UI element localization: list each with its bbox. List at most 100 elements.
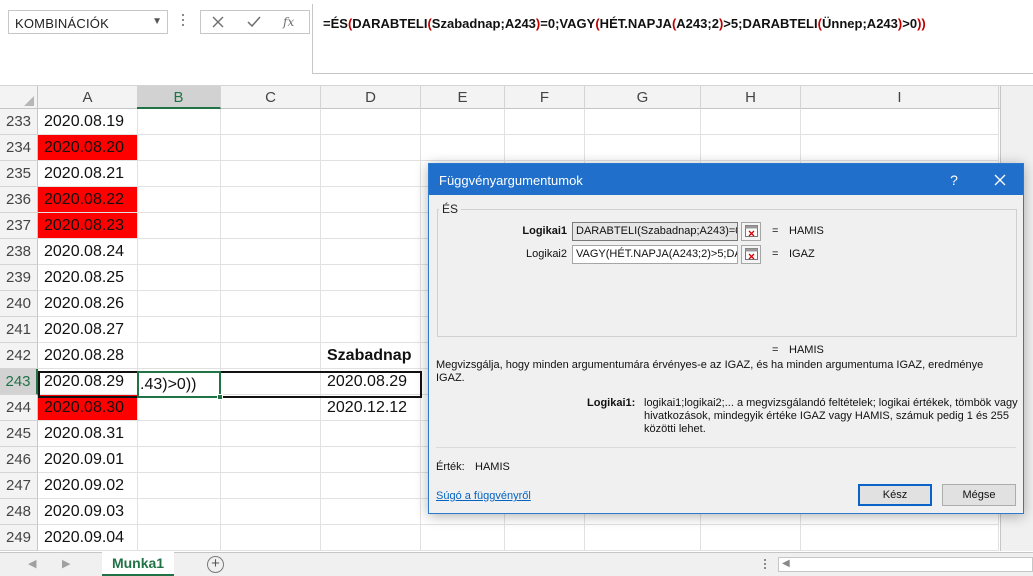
- name-box[interactable]: KOMBINÁCIÓK ▼: [8, 10, 168, 34]
- vertical-scrollbar-top[interactable]: [1000, 86, 1033, 109]
- cell-i[interactable]: [801, 525, 999, 551]
- column-header-a[interactable]: A: [38, 86, 138, 109]
- cell-b[interactable]: [137, 213, 221, 239]
- arg2-input[interactable]: VAGY(HÉT.NAPJA(A243;2)>5;DARA: [572, 245, 738, 264]
- cell-d[interactable]: [321, 473, 421, 499]
- cell-b[interactable]: [137, 421, 221, 447]
- cell-b[interactable]: [137, 265, 221, 291]
- cell-a[interactable]: 2020.09.04: [38, 525, 138, 551]
- cell-c[interactable]: [221, 213, 321, 239]
- cell-c[interactable]: [221, 369, 321, 395]
- arg2-collapse-button[interactable]: [741, 245, 761, 264]
- cell-b[interactable]: [137, 499, 221, 525]
- cell-h[interactable]: [701, 109, 801, 135]
- dialog-titlebar[interactable]: Függvényargumentumok ?: [429, 164, 1023, 195]
- cell-a[interactable]: 2020.08.26: [38, 291, 138, 317]
- cell-g[interactable]: [585, 525, 701, 551]
- cell-d[interactable]: [321, 239, 421, 265]
- cell-a[interactable]: 2020.08.19: [38, 109, 138, 135]
- cell-a[interactable]: 2020.08.24: [38, 239, 138, 265]
- cell-c[interactable]: [221, 343, 321, 369]
- cell-c[interactable]: [221, 187, 321, 213]
- cell-d[interactable]: [321, 291, 421, 317]
- formula-input[interactable]: =ÉS(DARABTELI(Szabadnap;A243)=0;VAGY(HÉT…: [312, 4, 1033, 74]
- cell-c[interactable]: [221, 109, 321, 135]
- vertical-scrollbar-track[interactable]: [1000, 135, 1033, 161]
- ok-button[interactable]: Kész: [858, 484, 932, 506]
- cell-b[interactable]: [137, 317, 221, 343]
- grip-dots-icon[interactable]: [180, 14, 186, 30]
- cell-d[interactable]: [321, 109, 421, 135]
- fill-handle[interactable]: [217, 394, 223, 400]
- cell-b[interactable]: [137, 161, 221, 187]
- cell-a[interactable]: 2020.08.25: [38, 265, 138, 291]
- column-header-h[interactable]: H: [701, 86, 801, 109]
- cell-b[interactable]: [137, 525, 221, 551]
- help-link[interactable]: Súgó a függvényről: [436, 490, 531, 502]
- cell-c[interactable]: [221, 135, 321, 161]
- cell-b[interactable]: [137, 343, 221, 369]
- cell-e[interactable]: [421, 109, 505, 135]
- cell-a[interactable]: 2020.09.01: [38, 447, 138, 473]
- cell-c[interactable]: [221, 317, 321, 343]
- cell-b[interactable]: [137, 109, 221, 135]
- grip-dots-icon[interactable]: [764, 559, 768, 571]
- cell-d[interactable]: [321, 187, 421, 213]
- cell-c[interactable]: [221, 499, 321, 525]
- cell-f[interactable]: [505, 109, 585, 135]
- column-header-c[interactable]: C: [221, 86, 321, 109]
- row-header[interactable]: 238: [0, 239, 38, 265]
- column-header-b[interactable]: B: [137, 86, 221, 109]
- cell-d[interactable]: [321, 499, 421, 525]
- cell-b[interactable]: [137, 187, 221, 213]
- column-header-i[interactable]: I: [801, 86, 999, 109]
- row-header[interactable]: 241: [0, 317, 38, 343]
- row-header[interactable]: 242: [0, 343, 38, 369]
- cell-d[interactable]: 2020.12.12: [321, 395, 421, 421]
- row-header[interactable]: 235: [0, 161, 38, 187]
- cell-c[interactable]: [221, 395, 321, 421]
- active-cell-b243[interactable]: .43)>0)): [137, 371, 223, 400]
- cell-c[interactable]: [221, 447, 321, 473]
- cell-d[interactable]: [321, 265, 421, 291]
- cell-g[interactable]: [585, 135, 701, 161]
- cell-b[interactable]: [137, 473, 221, 499]
- column-header-f[interactable]: F: [505, 86, 585, 109]
- cell-d[interactable]: [321, 161, 421, 187]
- cell-b[interactable]: [137, 447, 221, 473]
- row-header[interactable]: 244: [0, 395, 38, 421]
- prev-sheet-icon[interactable]: ◀: [28, 557, 36, 570]
- cell-b[interactable]: [137, 395, 221, 421]
- row-header[interactable]: 246: [0, 447, 38, 473]
- sheet-tab-munka1[interactable]: Munka1: [102, 552, 174, 576]
- vertical-scrollbar-track[interactable]: [1000, 109, 1033, 135]
- row-header[interactable]: 245: [0, 421, 38, 447]
- cell-c[interactable]: [221, 525, 321, 551]
- cell-f[interactable]: [505, 525, 585, 551]
- row-header[interactable]: 237: [0, 213, 38, 239]
- vertical-scrollbar-track[interactable]: [1000, 525, 1033, 551]
- row-header[interactable]: 234: [0, 135, 38, 161]
- cell-b[interactable]: [137, 291, 221, 317]
- row-header[interactable]: 233: [0, 109, 38, 135]
- cell-e[interactable]: [421, 135, 505, 161]
- cell-c[interactable]: [221, 239, 321, 265]
- cell-g[interactable]: [585, 109, 701, 135]
- cell-e[interactable]: [421, 525, 505, 551]
- add-sheet-icon[interactable]: +: [207, 556, 224, 573]
- arg1-collapse-button[interactable]: [741, 222, 761, 241]
- row-header[interactable]: 240: [0, 291, 38, 317]
- cell-d[interactable]: [321, 421, 421, 447]
- cell-d[interactable]: [321, 525, 421, 551]
- cell-d[interactable]: [321, 213, 421, 239]
- row-header[interactable]: 236: [0, 187, 38, 213]
- row-header[interactable]: 243: [0, 369, 38, 395]
- next-sheet-icon[interactable]: ▶: [62, 557, 70, 570]
- insert-function-icon[interactable]: fx: [275, 11, 305, 33]
- cell-i[interactable]: [801, 109, 999, 135]
- cancel-button[interactable]: Mégse: [942, 484, 1016, 506]
- select-all-corner[interactable]: [0, 86, 38, 109]
- cell-c[interactable]: [221, 421, 321, 447]
- confirm-icon[interactable]: [239, 11, 269, 33]
- horizontal-scrollbar[interactable]: [778, 557, 1033, 572]
